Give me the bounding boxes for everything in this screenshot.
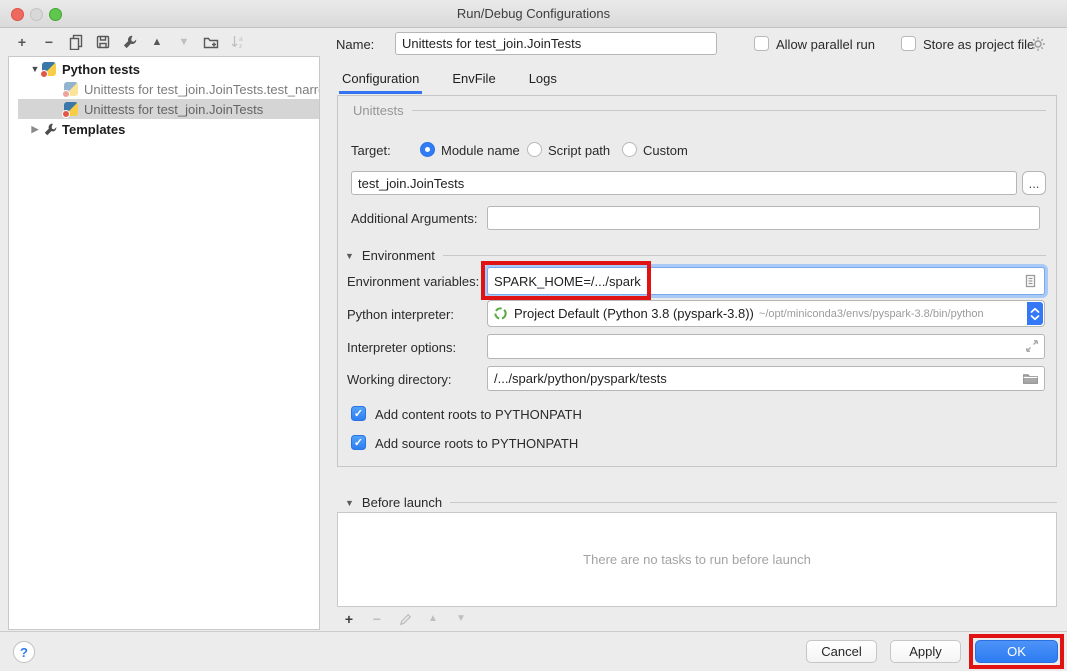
expand-field-icon[interactable] (1024, 338, 1040, 357)
store-as-project-file-label: Store as project file (923, 37, 1034, 52)
add-configuration-button[interactable]: + (14, 34, 30, 50)
unittests-group-header: Unittests (353, 103, 1046, 118)
before-launch-empty-text: There are no tasks to run before launch (583, 552, 811, 567)
working-directory-input[interactable] (487, 366, 1045, 391)
python-interpreter-path: ~/opt/miniconda3/envs/pyspark-3.8/bin/py… (759, 308, 984, 320)
sort-configurations-icon: az (230, 34, 246, 50)
add-task-button[interactable]: + (341, 611, 357, 627)
check-icon: ✓ (354, 436, 363, 449)
edit-variables-list-icon[interactable] (1022, 273, 1038, 292)
target-custom-radio[interactable] (622, 142, 637, 157)
new-folder-icon[interactable] (203, 34, 219, 50)
apply-button[interactable]: Apply (890, 640, 961, 663)
target-module-name-radio[interactable] (420, 142, 435, 157)
tree-item-label: Unittests for test_join.JoinTests.test_n… (84, 82, 320, 97)
add-content-roots-label: Add content roots to PYTHONPATH (375, 407, 582, 422)
move-task-up-button: ▲ (425, 611, 441, 627)
cancel-button[interactable]: Cancel (806, 640, 877, 663)
python-test-icon (64, 82, 78, 96)
svg-text:a: a (239, 36, 243, 43)
tree-item-label: Templates (62, 122, 125, 137)
tree-item-label: Python tests (62, 62, 140, 77)
tab-configuration[interactable]: Configuration (339, 66, 422, 94)
edit-task-pencil-icon (397, 611, 413, 627)
environment-variables-input[interactable] (487, 267, 1045, 295)
collapsed-arrow-icon[interactable]: ▶ (28, 124, 42, 135)
save-configuration-icon[interactable] (95, 34, 111, 50)
titlebar: Run/Debug Configurations (0, 0, 1067, 28)
environment-variables-label: Environment variables: (347, 274, 479, 289)
gear-icon[interactable] (1030, 36, 1046, 55)
move-up-button[interactable]: ▲ (149, 34, 165, 50)
expanded-arrow-icon[interactable]: ▼ (345, 498, 354, 508)
remove-configuration-button[interactable]: − (41, 34, 57, 50)
allow-parallel-run-checkbox[interactable] (754, 36, 769, 51)
python-test-icon (64, 102, 78, 116)
help-button[interactable]: ? (13, 641, 35, 663)
run-debug-configurations-dialog: Run/Debug Configurations + − ▲ ▼ az ▼ Py… (0, 0, 1067, 671)
group-divider (412, 110, 1046, 111)
tree-item-templates[interactable]: ▶ Templates (18, 119, 320, 139)
name-label: Name: (336, 37, 374, 52)
group-divider (443, 255, 1046, 256)
configurations-toolbar: + − ▲ ▼ az (14, 32, 246, 52)
target-label: Target: (351, 143, 391, 158)
before-launch-toolbar: + − ▲ ▼ (341, 610, 469, 628)
working-directory-label: Working directory: (347, 372, 452, 387)
target-script-path-label: Script path (548, 143, 610, 158)
conda-environment-icon (493, 306, 508, 321)
tree-item-unittests-test-narrow[interactable]: Unittests for test_join.JoinTests.test_n… (18, 79, 320, 99)
additional-arguments-input[interactable] (487, 206, 1040, 230)
tab-logs[interactable]: Logs (526, 66, 560, 94)
target-custom-label: Custom (643, 143, 688, 158)
window-title: Run/Debug Configurations (0, 0, 1067, 27)
interpreter-options-input[interactable] (487, 334, 1045, 359)
allow-parallel-run-label: Allow parallel run (776, 37, 875, 52)
configurations-tree-panel: ▼ Python tests Unittests for test_join.J… (8, 56, 320, 630)
python-interpreter-select[interactable]: Project Default (Python 3.8 (pyspark-3.8… (487, 300, 1045, 327)
interpreter-options-label: Interpreter options: (347, 340, 456, 355)
move-down-button: ▼ (176, 34, 192, 50)
unittests-group-label: Unittests (353, 103, 404, 118)
environment-group-label: Environment (362, 248, 435, 263)
python-interpreter-value: Project Default (Python 3.8 (pyspark-3.8… (514, 306, 754, 321)
before-launch-group-header[interactable]: ▼ Before launch (345, 495, 1057, 510)
tree-item-label: Unittests for test_join.JoinTests (84, 102, 263, 117)
wrench-icon (42, 121, 58, 137)
add-source-roots-label: Add source roots to PYTHONPATH (375, 436, 578, 451)
add-source-roots-checkbox[interactable]: ✓ (351, 435, 366, 450)
browse-module-button[interactable]: ... (1022, 171, 1046, 195)
edit-templates-wrench-icon[interactable] (122, 34, 138, 50)
footer-divider (0, 631, 1067, 632)
target-script-path-radio[interactable] (527, 142, 542, 157)
group-divider (450, 502, 1057, 503)
copy-configuration-icon[interactable] (68, 34, 84, 50)
before-launch-tasks-panel: There are no tasks to run before launch (337, 512, 1057, 607)
tab-bar: Configuration EnvFile Logs (339, 66, 560, 94)
ok-button[interactable]: OK (975, 640, 1058, 663)
name-input[interactable] (395, 32, 717, 55)
additional-arguments-label: Additional Arguments: (351, 211, 477, 226)
move-task-down-button: ▼ (453, 611, 469, 627)
svg-text:z: z (239, 43, 242, 50)
check-icon: ✓ (354, 407, 363, 420)
expanded-arrow-icon[interactable]: ▼ (345, 251, 354, 261)
browse-folder-icon[interactable] (1022, 370, 1039, 390)
target-module-name-label: Module name (441, 143, 520, 158)
tab-envfile[interactable]: EnvFile (449, 66, 498, 94)
before-launch-group-label: Before launch (362, 495, 442, 510)
store-as-project-file-checkbox[interactable] (901, 36, 916, 51)
module-name-input[interactable] (351, 171, 1017, 195)
python-tests-icon (42, 62, 56, 76)
help-icon: ? (20, 645, 28, 660)
environment-group-header[interactable]: ▼ Environment (345, 248, 1046, 263)
tree-item-python-tests[interactable]: ▼ Python tests (18, 59, 320, 79)
python-interpreter-label: Python interpreter: (347, 307, 454, 322)
tree-item-unittests-jointests[interactable]: Unittests for test_join.JoinTests (18, 99, 320, 119)
add-content-roots-checkbox[interactable]: ✓ (351, 406, 366, 421)
remove-task-button: − (369, 611, 385, 627)
combo-stepper-icon[interactable] (1027, 302, 1043, 325)
